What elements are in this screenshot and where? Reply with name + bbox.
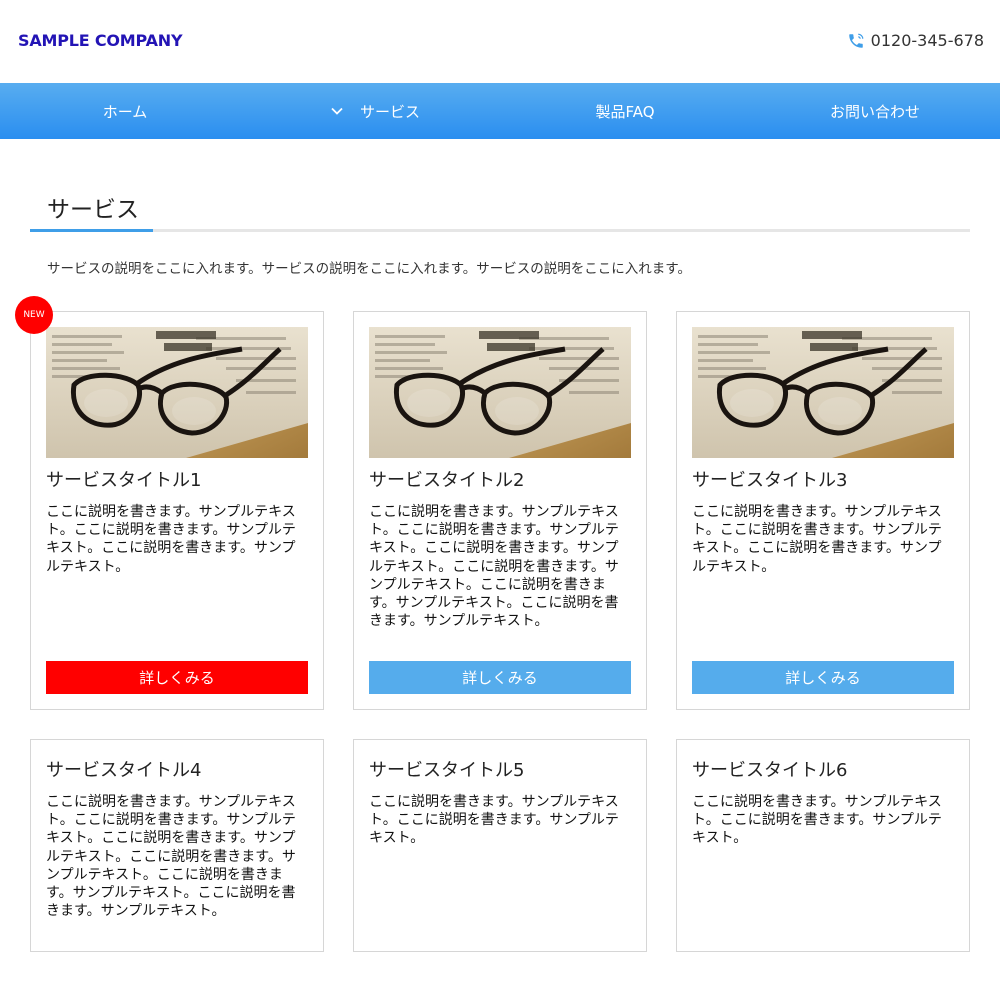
card-text: ここに説明を書きます。サンプルテキスト。ここに説明を書きます。サンプルテキスト。…: [46, 504, 296, 575]
details-button-1[interactable]: 詳しくみる: [46, 661, 308, 694]
chevron-down-icon: [330, 104, 344, 118]
nav-item-label: お問い合わせ: [829, 102, 920, 121]
nav-item-faq[interactable]: 製品FAQ: [500, 83, 750, 139]
card-title: サービスタイトル1: [46, 470, 202, 491]
company-logo[interactable]: SAMPLE COMPANY: [18, 31, 183, 50]
service-card-5: サービスタイトル5 ここに説明を書きます。サンプルテキスト。ここに説明を書きます…: [353, 739, 647, 952]
nav-item-label: サービス: [359, 102, 420, 121]
nav-item-contact[interactable]: お問い合わせ: [750, 83, 1000, 139]
card-title: サービスタイトル3: [692, 470, 848, 491]
card-title: サービスタイトル4: [46, 760, 202, 781]
service-card-1: サービスタイトル1 ここに説明を書きます。サンプルテキスト。ここに説明を書きます…: [30, 311, 324, 710]
card-title: サービスタイトル2: [369, 470, 525, 491]
card-text: ここに説明を書きます。サンプルテキスト。ここに説明を書きます。サンプルテキスト。: [692, 794, 942, 847]
page-title: サービス: [47, 197, 139, 223]
title-accent-bar: [30, 229, 153, 232]
card-image: [692, 327, 954, 458]
card-image: [369, 327, 631, 458]
phone-number-text: 0120-345-678: [870, 31, 984, 50]
nav-item-services[interactable]: サービス: [250, 83, 500, 139]
new-badge: NEW: [15, 296, 53, 334]
site-header: SAMPLE COMPANY 0120-345-678: [0, 0, 1000, 83]
phone-number[interactable]: 0120-345-678: [847, 31, 984, 50]
card-title: サービスタイトル6: [692, 760, 848, 781]
nav-item-home[interactable]: ホーム: [0, 83, 250, 139]
service-card-6: サービスタイトル6 ここに説明を書きます。サンプルテキスト。ここに説明を書きます…: [676, 739, 970, 952]
card-text: ここに説明を書きます。サンプルテキスト。ここに説明を書きます。サンプルテキスト。…: [369, 504, 619, 630]
nav-item-label: 製品FAQ: [595, 102, 655, 121]
service-card-2: サービスタイトル2 ここに説明を書きます。サンプルテキスト。ここに説明を書きます…: [353, 311, 647, 710]
service-card-4: サービスタイトル4 ここに説明を書きます。サンプルテキスト。ここに説明を書きます…: [30, 739, 324, 952]
details-button-3[interactable]: 詳しくみる: [692, 661, 954, 694]
service-card-3: サービスタイトル3 ここに説明を書きます。サンプルテキスト。ここに説明を書きます…: [676, 311, 970, 710]
global-nav: ホーム サービス 製品FAQ お問い合わせ: [0, 83, 1000, 139]
nav-item-label: ホーム: [102, 102, 148, 121]
details-button-2[interactable]: 詳しくみる: [369, 661, 631, 694]
section-description: サービスの説明をここに入れます。サービスの説明をここに入れます。サービスの説明を…: [47, 261, 691, 277]
card-text: ここに説明を書きます。サンプルテキスト。ここに説明を書きます。サンプルテキスト。…: [692, 504, 942, 575]
card-text: ここに説明を書きます。サンプルテキスト。ここに説明を書きます。サンプルテキスト。…: [46, 794, 296, 920]
phone-icon: [847, 32, 865, 50]
card-text: ここに説明を書きます。サンプルテキスト。ここに説明を書きます。サンプルテキスト。: [369, 794, 619, 847]
title-divider: [30, 229, 970, 232]
card-image: [46, 327, 308, 458]
card-title: サービスタイトル5: [369, 760, 525, 781]
